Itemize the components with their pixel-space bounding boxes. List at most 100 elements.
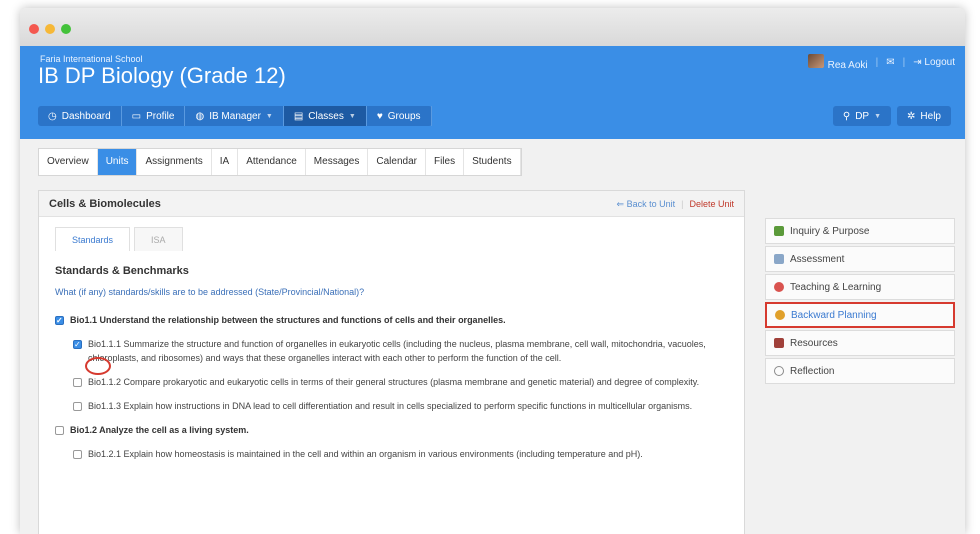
inquiry-icon	[774, 226, 784, 236]
main-nav: ◷ Dashboard ▭ Profile ◍ IB Manager ▼ ▤ Classe…	[38, 106, 432, 126]
standard-item: Bio1.1.1 Summarize the structure and fun…	[73, 337, 735, 365]
tab-students[interactable]: Students	[464, 149, 521, 175]
standard-text: Bio1.2 Analyze the cell as a living syst…	[70, 425, 249, 435]
logout-button[interactable]: ⇥ Logout	[913, 57, 955, 68]
gear-icon: ✲	[907, 110, 916, 122]
panel-header: Cells & Biomolecules ⇐ Back to Unit | De…	[39, 191, 744, 217]
standard-checkbox[interactable]	[73, 338, 82, 352]
user-name: Rea Aoki	[827, 60, 868, 71]
tab-assignments[interactable]: Assignments	[137, 149, 212, 175]
section-heading: Standards & Benchmarks	[55, 265, 189, 277]
user-profile-link[interactable]: Rea Aoki	[807, 54, 868, 71]
tab-units[interactable]: Units	[97, 149, 138, 175]
mail-icon[interactable]: ✉	[886, 57, 894, 68]
standard-item: Bio1.1 Understand the relationship betwe…	[55, 313, 735, 328]
back-to-unit-label: Back to Unit	[626, 199, 676, 209]
chevron-down-icon: ▼	[265, 112, 273, 120]
nav-ib-manager[interactable]: ◍ IB Manager ▼	[185, 106, 284, 126]
panel-links: ⇐ Back to Unit | Delete Unit	[617, 199, 734, 210]
chevron-down-icon: ▼	[348, 112, 356, 120]
standards-content: Standards & Benchmarks What (if any) sta…	[55, 265, 735, 471]
avatar	[807, 54, 824, 68]
class-tabs: Overview Units Assignments IA Attendance…	[38, 148, 522, 176]
program-select[interactable]: ⚲ DP ▼	[832, 106, 892, 126]
chevron-down-icon: ▼	[874, 112, 882, 120]
tab-attendance[interactable]: Attendance	[238, 149, 306, 175]
sidebar-item-label: Resources	[790, 337, 838, 349]
divider: |	[875, 57, 879, 68]
sidebar-item-label: Reflection	[790, 365, 835, 377]
tab-calendar[interactable]: Calendar	[368, 149, 426, 175]
standard-text: Bio1.1 Understand the relationship betwe…	[70, 315, 506, 325]
tab-overview[interactable]: Overview	[39, 149, 98, 175]
section-question: What (if any) standards/skills are to be…	[55, 287, 365, 297]
unit-sidebar: Inquiry & Purpose Assessment Teaching & …	[765, 218, 955, 386]
tab-messages[interactable]: Messages	[306, 149, 369, 175]
program-label: DP	[855, 110, 870, 122]
divider: |	[681, 199, 684, 209]
sidebar-item-label: Inquiry & Purpose	[790, 225, 870, 237]
nav-dashboard[interactable]: ◷ Dashboard	[38, 106, 122, 126]
nav-right: ⚲ DP ▼ ✲ Help	[832, 106, 951, 126]
groups-icon: ♥	[376, 110, 383, 122]
standard-item: Bio1.2 Analyze the cell as a living syst…	[55, 423, 735, 437]
reflection-icon	[774, 366, 784, 376]
sidebar-item-inquiry[interactable]: Inquiry & Purpose	[765, 218, 955, 244]
tab-ia[interactable]: IA	[212, 149, 239, 175]
standard-item: Bio1.2.1 Explain how homeostasis is main…	[73, 447, 735, 461]
standard-checkbox[interactable]	[73, 378, 82, 387]
globe-icon: ◍	[195, 110, 205, 122]
minimize-window-button[interactable]	[45, 24, 55, 34]
help-button[interactable]: ✲ Help	[897, 106, 951, 126]
logout-icon: ⇥	[913, 57, 922, 68]
sidebar-item-assessment[interactable]: Assessment	[765, 246, 955, 272]
highlight-circle	[85, 357, 111, 375]
unit-title: Cells & Biomolecules	[49, 198, 161, 210]
browser-window: Faria International School IB DP Biology…	[20, 8, 965, 534]
subtabs: Standards ISA	[55, 227, 187, 251]
resources-icon	[774, 338, 784, 348]
standard-checkbox[interactable]	[73, 402, 82, 411]
sidebar-item-backward-planning[interactable]: Backward Planning	[765, 302, 955, 328]
nav-classes-label: Classes	[308, 110, 344, 122]
nav-dashboard-label: Dashboard	[61, 110, 111, 122]
sidebar-item-label: Teaching & Learning	[790, 281, 882, 293]
close-window-button[interactable]	[29, 24, 39, 34]
standard-checkbox[interactable]	[73, 450, 82, 459]
nav-classes[interactable]: ▤ Classes ▼	[283, 106, 367, 126]
course-title: IB DP Biology (Grade 12)	[38, 63, 286, 88]
nav-profile[interactable]: ▭ Profile	[122, 106, 186, 126]
nav-groups[interactable]: ♥ Groups	[367, 106, 432, 126]
standard-text: Bio1.1.1 Summarize the structure and fun…	[88, 339, 706, 363]
search-icon: ⚲	[842, 110, 851, 122]
subtab-isa[interactable]: ISA	[134, 227, 183, 251]
back-to-unit-link[interactable]: ⇐ Back to Unit	[617, 199, 676, 210]
maximize-window-button[interactable]	[61, 24, 71, 34]
logout-label: Logout	[924, 57, 955, 68]
sidebar-item-label: Backward Planning	[791, 309, 877, 321]
divider: |	[902, 57, 906, 68]
sidebar-item-label: Assessment	[790, 253, 845, 265]
sidebar-item-reflection[interactable]: Reflection	[765, 358, 955, 384]
sidebar-item-teaching[interactable]: Teaching & Learning	[765, 274, 955, 300]
classes-icon: ▤	[293, 110, 304, 122]
standard-checkbox[interactable]	[55, 314, 64, 328]
standard-text: Bio1.1.2 Compare prokaryotic and eukaryo…	[88, 377, 700, 387]
tab-files[interactable]: Files	[426, 149, 465, 175]
delete-unit-link[interactable]: Delete Unit	[689, 199, 734, 210]
standard-checkbox[interactable]	[55, 426, 64, 435]
subtab-standards[interactable]: Standards	[55, 227, 131, 251]
nav-profile-label: Profile	[146, 110, 175, 122]
standard-item: Bio1.1.2 Compare prokaryotic and eukaryo…	[73, 375, 735, 389]
assessment-icon	[774, 254, 784, 264]
sidebar-item-resources[interactable]: Resources	[765, 330, 955, 356]
unit-panel: Cells & Biomolecules ⇐ Back to Unit | De…	[38, 190, 745, 534]
nav-ib-manager-label: IB Manager	[209, 110, 261, 122]
user-menu: Rea Aoki | ✉ | ⇥ Logout	[807, 54, 955, 71]
lightbulb-icon	[775, 310, 785, 320]
teaching-icon	[774, 282, 784, 292]
standard-text: Bio1.2.1 Explain how homeostasis is main…	[88, 449, 643, 459]
help-label: Help	[920, 110, 941, 122]
header-banner: Faria International School IB DP Biology…	[20, 46, 965, 139]
profile-icon: ▭	[131, 110, 142, 122]
